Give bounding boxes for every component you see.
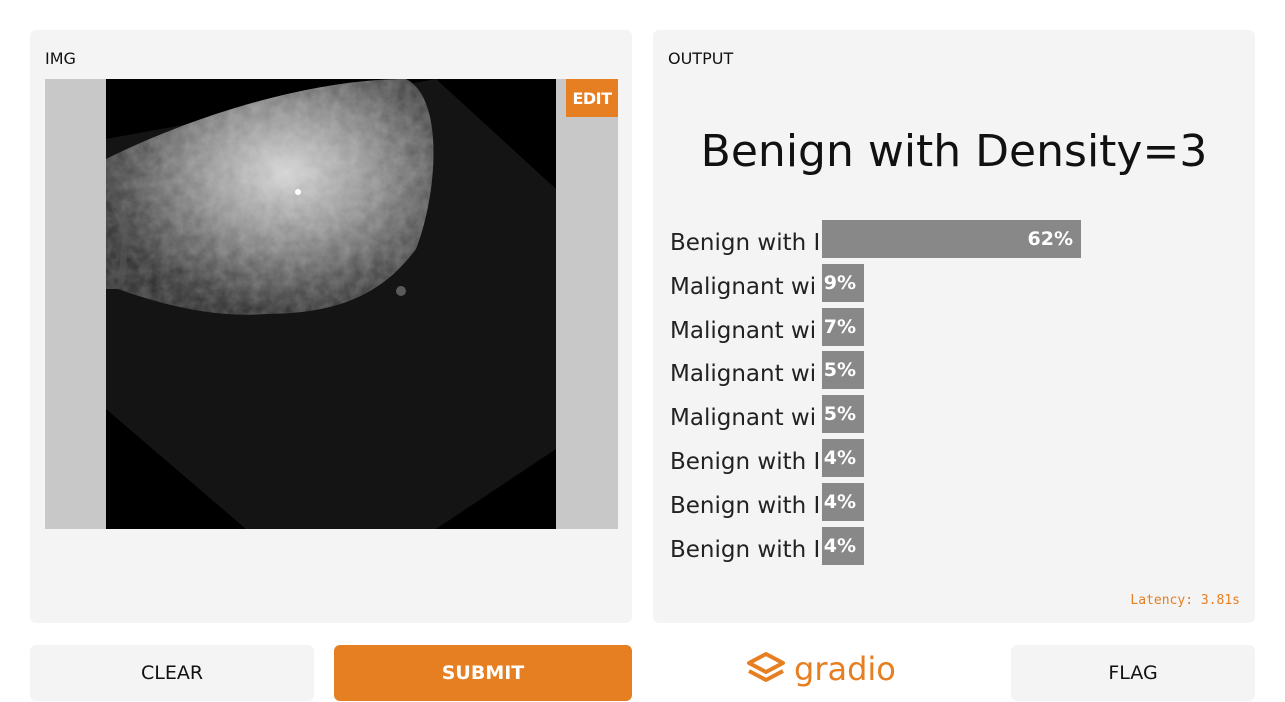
input-panel: IMG EDIT	[30, 30, 632, 623]
confidence-label: Benign with I	[670, 493, 820, 519]
confidence-row: Benign with I 4%	[670, 483, 1230, 521]
confidence-bar: 4%	[822, 483, 864, 521]
gradio-logo-text: gradio	[794, 650, 896, 688]
confidence-bar: 9%	[822, 264, 864, 302]
confidence-bar: 5%	[822, 351, 864, 389]
confidence-label: Malignant wi	[670, 361, 817, 387]
confidence-bar: 5%	[822, 395, 864, 433]
flag-button[interactable]: FLAG	[1011, 645, 1255, 701]
confidence-bar: 7%	[822, 308, 864, 346]
confidence-label: Malignant wi	[670, 318, 817, 344]
confidence-row: Malignant wi 5%	[670, 351, 1230, 389]
confidence-row: Malignant wi 7%	[670, 308, 1230, 346]
latency-text: Latency: 3.81s	[1130, 593, 1240, 608]
submit-button[interactable]: SUBMIT	[334, 645, 632, 701]
output-label: OUTPUT	[668, 49, 734, 68]
confidence-bar: 4%	[822, 439, 864, 477]
confidence-row: Benign with I 62%	[670, 220, 1230, 258]
mammogram-image	[106, 79, 556, 529]
output-panel: OUTPUT Benign with Density=3 Benign with…	[653, 30, 1255, 623]
confidence-row: Benign with I 4%	[670, 527, 1230, 565]
confidence-row: Malignant wi 5%	[670, 395, 1230, 433]
confidence-label: Benign with I	[670, 449, 820, 475]
gradio-logo[interactable]: gradio	[746, 649, 896, 689]
confidence-row: Benign with I 4%	[670, 439, 1230, 477]
gradio-logo-icon	[747, 652, 785, 682]
confidence-label: Benign with I	[670, 230, 820, 256]
confidence-label: Benign with I	[670, 537, 820, 563]
confidence-label: Malignant wi	[670, 274, 817, 300]
mammogram-graphic	[106, 79, 556, 529]
result-label: Benign with Density=3	[700, 126, 1208, 177]
input-label: IMG	[45, 49, 76, 68]
confidence-row: Malignant wi 9%	[670, 264, 1230, 302]
clear-button[interactable]: CLEAR	[30, 645, 314, 701]
confidence-bar: 62%	[822, 220, 1081, 258]
edit-button[interactable]: EDIT	[566, 79, 618, 117]
confidence-label: Malignant wi	[670, 405, 817, 431]
image-upload-area[interactable]: EDIT	[45, 79, 618, 529]
confidence-bar: 4%	[822, 527, 864, 565]
